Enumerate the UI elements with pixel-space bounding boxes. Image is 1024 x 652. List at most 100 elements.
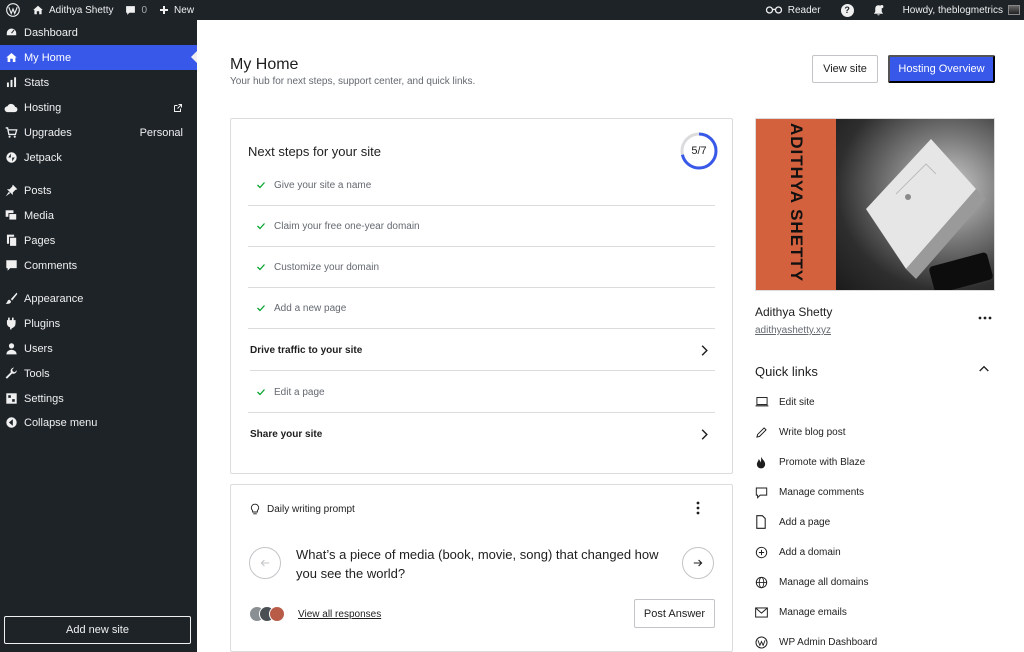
collapse-icon bbox=[0, 416, 24, 429]
account-menu[interactable]: Howdy, theblogmetrics bbox=[897, 0, 1024, 20]
sidebar-item-label: Stats bbox=[24, 76, 50, 89]
prompt-header: Daily writing prompt bbox=[249, 503, 355, 515]
pin-icon bbox=[0, 184, 24, 197]
quick-link-label: Promote with Blaze bbox=[779, 456, 866, 468]
sidebar-item-appearance[interactable]: Appearance bbox=[0, 286, 197, 311]
bell-icon bbox=[873, 4, 883, 15]
site-url-link[interactable]: adithyashetty.xyz bbox=[755, 325, 831, 336]
sidebar-item-comments[interactable]: Comments bbox=[0, 253, 197, 278]
jetpack-icon bbox=[0, 151, 24, 164]
notifications-button[interactable] bbox=[866, 0, 897, 20]
task-item-share-site[interactable]: Share your site bbox=[250, 414, 715, 455]
sidebar-item-label: Appearance bbox=[24, 292, 84, 305]
site-name-link[interactable]: Adithya Shetty bbox=[26, 0, 119, 20]
sidebar-item-dashboard[interactable]: Dashboard bbox=[0, 20, 197, 45]
reader-link[interactable]: Reader bbox=[759, 0, 835, 20]
sidebar-item-label: Users bbox=[24, 342, 53, 355]
comments-link[interactable]: 0 bbox=[119, 0, 153, 20]
quick-link-promote-blaze[interactable]: Promote with Blaze bbox=[755, 452, 995, 472]
quick-link-label: WP Admin Dashboard bbox=[779, 636, 878, 648]
quick-link-manage-comments[interactable]: Manage comments bbox=[755, 482, 995, 502]
quick-link-label: Edit site bbox=[779, 396, 815, 408]
previous-prompt-button[interactable] bbox=[249, 547, 281, 579]
sidebar-item-label: Collapse menu bbox=[24, 416, 98, 429]
task-item-drive-traffic[interactable]: Drive traffic to your site bbox=[250, 330, 715, 371]
sidebar-item-label: Jetpack bbox=[24, 151, 62, 164]
chevron-up-icon[interactable] bbox=[979, 365, 989, 372]
sidebar-item-my-home[interactable]: My Home bbox=[0, 45, 197, 70]
task-item-edit-page[interactable]: Edit a page bbox=[248, 372, 715, 413]
task-item-claim-domain[interactable]: Claim your free one-year domain bbox=[248, 206, 715, 247]
quick-link-add-domain[interactable]: Add a domain bbox=[755, 542, 995, 562]
plugin-icon bbox=[0, 317, 24, 330]
sidebar-item-posts[interactable]: Posts bbox=[0, 178, 197, 203]
avatar bbox=[269, 606, 285, 622]
page-icon bbox=[755, 515, 779, 529]
plus-circle-icon bbox=[755, 546, 779, 559]
task-label: Drive traffic to your site bbox=[250, 344, 363, 356]
quick-link-wp-admin[interactable]: WP Admin Dashboard bbox=[755, 632, 995, 652]
sidebar-item-media[interactable]: Media bbox=[0, 203, 197, 228]
cart-icon bbox=[0, 126, 24, 139]
quick-link-label: Add a domain bbox=[779, 546, 841, 558]
admin-bar: Adithya Shetty 0 New Reader ? Howdy, the… bbox=[0, 0, 1024, 20]
help-icon: ? bbox=[840, 3, 854, 17]
thumbnail-brand-text: ADITHYA SHETTY bbox=[787, 123, 806, 283]
sidebar-item-hosting[interactable]: Hosting bbox=[0, 95, 197, 120]
sidebar-item-jetpack[interactable]: Jetpack bbox=[0, 145, 197, 170]
view-site-button[interactable]: View site bbox=[812, 55, 878, 83]
responder-avatars bbox=[249, 606, 285, 622]
quick-link-manage-emails[interactable]: Manage emails bbox=[755, 602, 995, 622]
hosting-overview-button[interactable]: Hosting Overview bbox=[888, 55, 995, 83]
sidebar-item-stats[interactable]: Stats bbox=[0, 70, 197, 95]
task-item-customize-domain[interactable]: Customize your domain bbox=[248, 247, 715, 288]
check-icon bbox=[248, 303, 274, 313]
sidebar-item-label: Hosting bbox=[24, 101, 62, 114]
quick-link-edit-site[interactable]: Edit site bbox=[755, 392, 995, 412]
arrow-right-icon bbox=[693, 559, 703, 567]
next-prompt-button[interactable] bbox=[682, 547, 714, 579]
quick-link-label: Add a page bbox=[779, 516, 831, 528]
sidebar-item-tools[interactable]: Tools bbox=[0, 361, 197, 386]
post-answer-button[interactable]: Post Answer bbox=[634, 599, 715, 628]
pencil-icon bbox=[755, 426, 779, 439]
next-steps-title: Next steps for your site bbox=[248, 144, 381, 159]
wordpress-logo-button[interactable] bbox=[0, 0, 26, 20]
task-item-name-site[interactable]: Give your site a name bbox=[248, 165, 715, 206]
quick-link-manage-domains[interactable]: Manage all domains bbox=[755, 572, 995, 592]
sidebar-item-label: Tools bbox=[24, 367, 50, 380]
collapse-menu-button[interactable]: Collapse menu bbox=[0, 410, 197, 435]
quick-link-write-post[interactable]: Write blog post bbox=[755, 422, 995, 442]
sidebar-item-pages[interactable]: Pages bbox=[0, 228, 197, 253]
check-icon bbox=[248, 387, 274, 397]
sidebar-item-settings[interactable]: Settings bbox=[0, 386, 197, 411]
stats-icon bbox=[0, 76, 24, 89]
chevron-right-icon bbox=[700, 344, 709, 356]
pages-icon bbox=[0, 234, 24, 247]
plus-icon bbox=[160, 6, 169, 14]
task-item-add-page[interactable]: Add a new page bbox=[248, 288, 715, 329]
sidebar-item-label: Media bbox=[24, 209, 54, 222]
sidebar-item-users[interactable]: Users bbox=[0, 336, 197, 361]
site-thumbnail[interactable]: ADITHYA SHETTY bbox=[755, 118, 995, 291]
sidebar-item-plugins[interactable]: Plugins bbox=[0, 311, 197, 336]
comment-outline-icon bbox=[755, 486, 779, 499]
new-content-button[interactable]: New bbox=[153, 0, 200, 20]
avatar bbox=[1008, 5, 1020, 15]
help-button[interactable]: ? bbox=[835, 0, 866, 20]
add-new-site-button[interactable]: Add new site bbox=[4, 616, 191, 644]
sidebar-item-upgrades[interactable]: Upgrades Personal bbox=[0, 120, 197, 145]
globe-icon bbox=[755, 576, 779, 589]
howdy-label: Howdy, theblogmetrics bbox=[902, 4, 1003, 16]
comment-icon bbox=[126, 5, 136, 15]
view-responses-link[interactable]: View all responses bbox=[298, 609, 381, 620]
sidebar-item-label: Posts bbox=[24, 184, 52, 197]
prompt-text: What’s a piece of media (book, movie, so… bbox=[296, 547, 659, 581]
more-options-icon[interactable] bbox=[696, 501, 700, 515]
quick-link-add-page[interactable]: Add a page bbox=[755, 512, 995, 532]
site-more-options-icon[interactable] bbox=[978, 316, 992, 320]
quick-links-title: Quick links bbox=[755, 364, 818, 379]
task-label: Share your site bbox=[250, 429, 323, 440]
chevron-right-icon bbox=[700, 429, 709, 440]
task-label: Add a new page bbox=[274, 302, 347, 314]
